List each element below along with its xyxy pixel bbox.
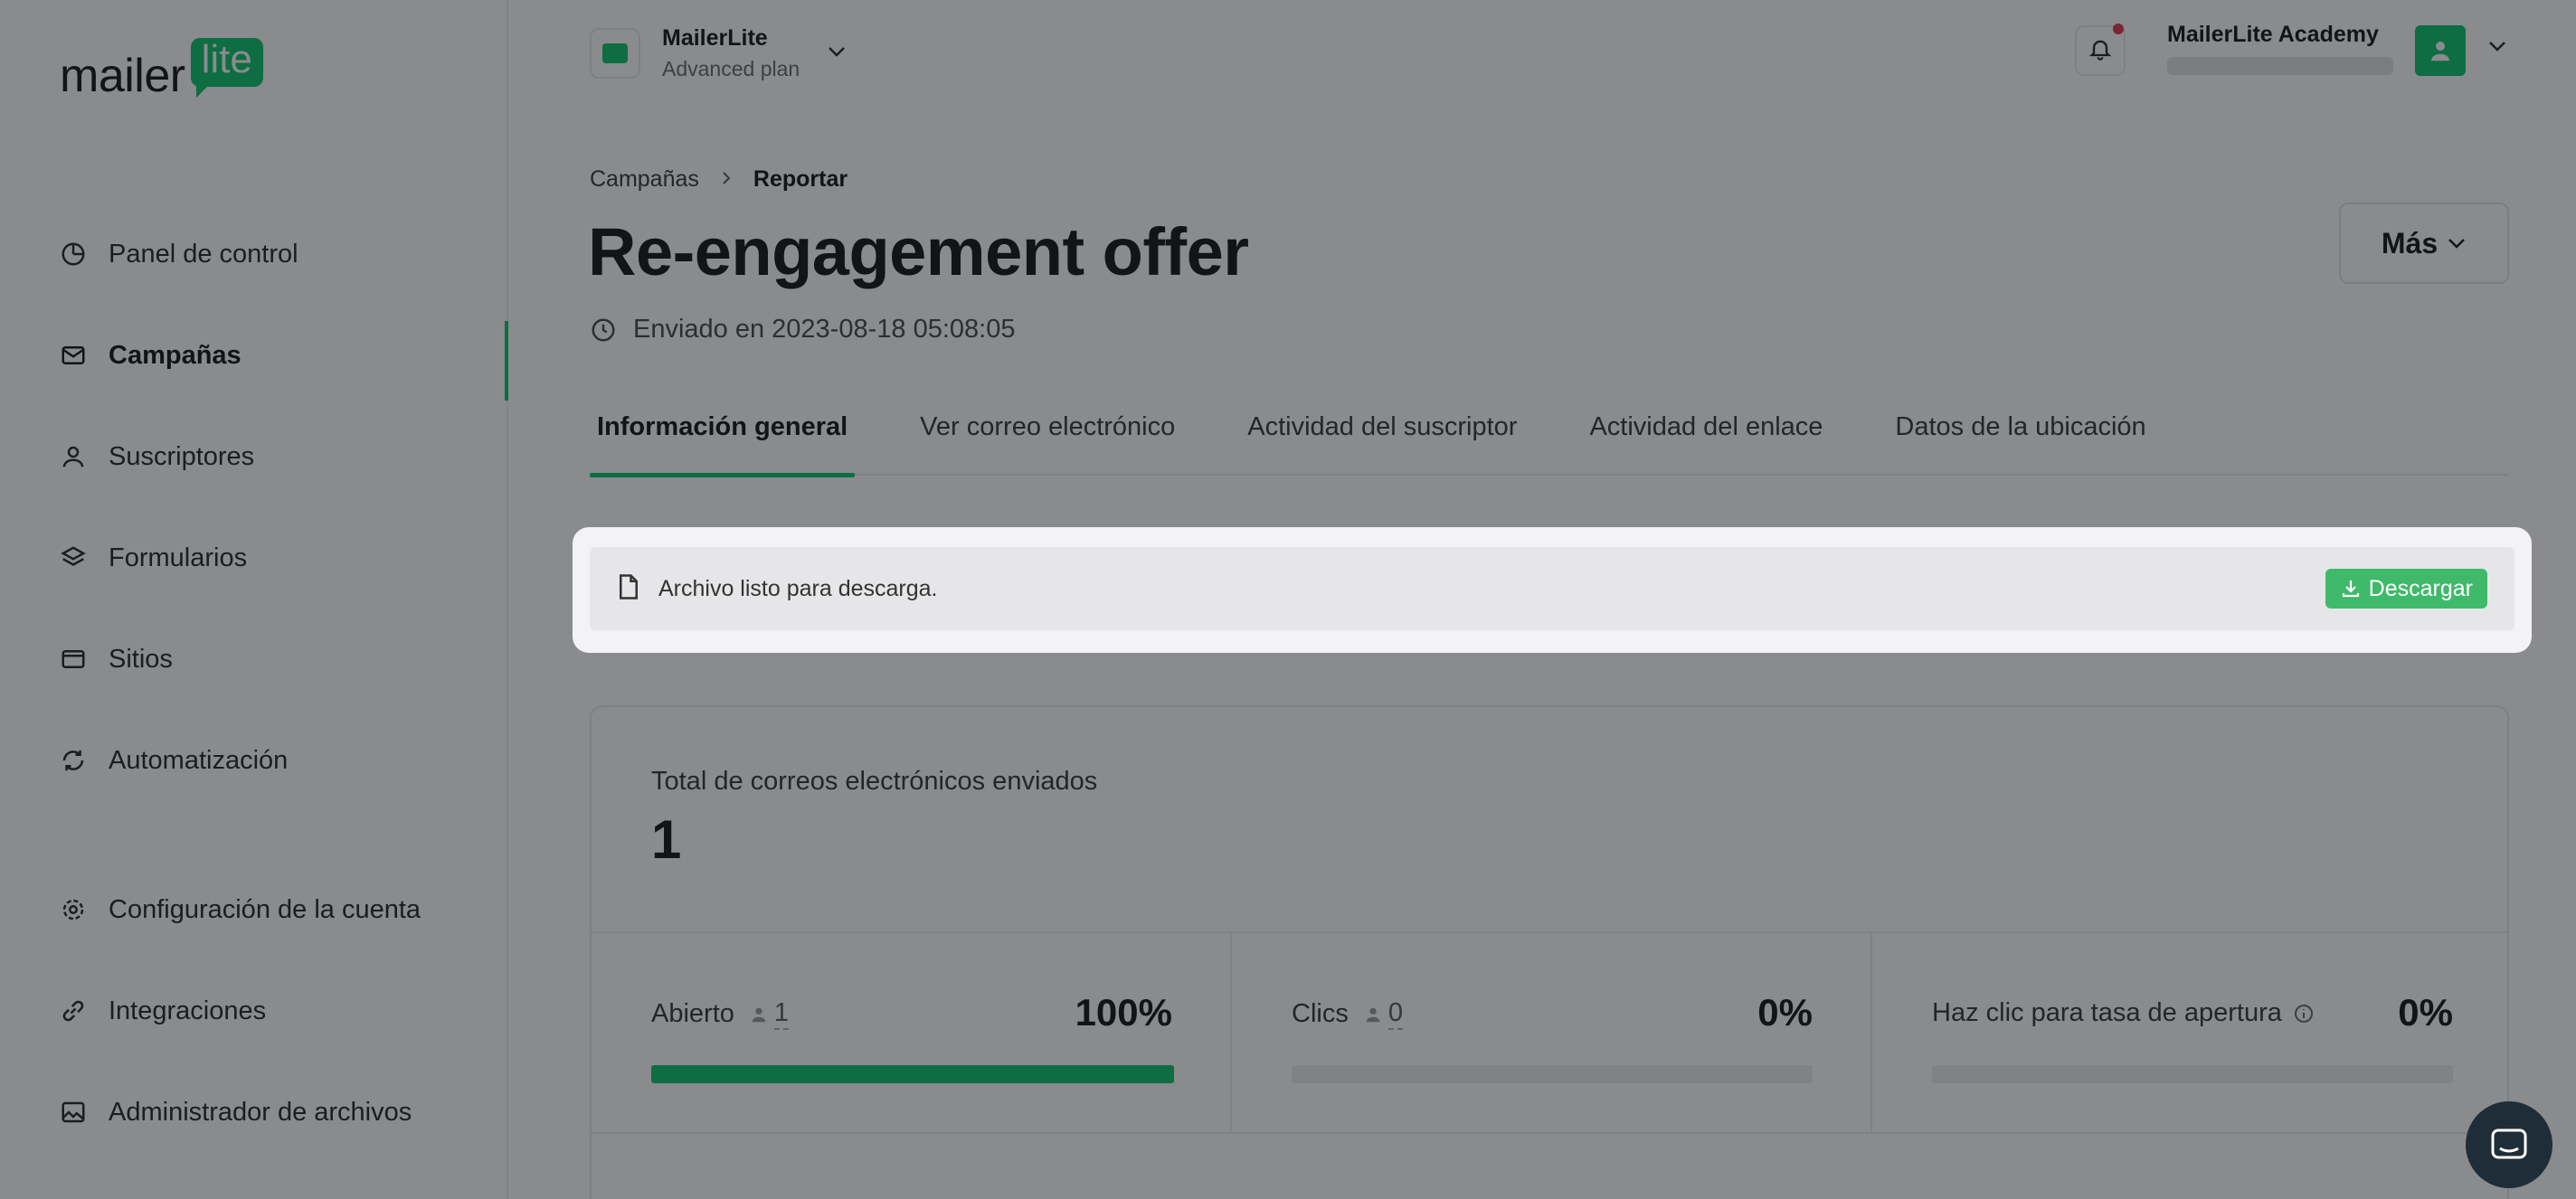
sidebar-item-label: Panel de control xyxy=(109,239,298,269)
account-switcher[interactable]: MailerLite Advanced plan xyxy=(590,25,847,81)
download-button[interactable]: Descargar xyxy=(2325,569,2487,609)
account-plan: Advanced plan xyxy=(662,57,800,80)
sidebar-item-label: Automatización xyxy=(109,745,289,775)
person-icon xyxy=(1366,1007,1380,1022)
tab-view-email[interactable]: Ver correo electrónico xyxy=(913,398,1182,476)
total-sent-label: Total de correos electrónicos enviados xyxy=(651,767,1098,796)
progress-fill xyxy=(651,1065,1174,1083)
chevron-down-icon xyxy=(827,45,847,62)
tab-overview[interactable]: Información general xyxy=(590,398,856,477)
progress-bar xyxy=(651,1065,1174,1083)
user-name: MailerLite Academy xyxy=(2167,22,2379,47)
sidebar-item-label: Campañas xyxy=(109,340,242,370)
breadcrumb-report: Reportar xyxy=(753,166,848,192)
sidebar-item-label: Formularios xyxy=(109,543,248,572)
stat-label: Haz clic para tasa de apertura xyxy=(1932,998,2282,1027)
sidebar-nav: Panel de control Campañas Suscriptores F… xyxy=(0,203,508,811)
page-title: Re-engagement offer xyxy=(588,214,1249,289)
person-icon xyxy=(752,1007,766,1022)
tab-subscriber-activity[interactable]: Actividad del suscriptor xyxy=(1240,398,1524,476)
sidebar-item-label: Configuración de la cuenta xyxy=(109,894,421,924)
sidebar-item-file-manager[interactable]: Administrador de archivos xyxy=(0,1062,507,1163)
account-name: MailerLite xyxy=(662,25,768,51)
stat-percent: 100% xyxy=(1075,991,1172,1034)
mailerlite-logo[interactable]: mailer lite xyxy=(60,37,263,103)
mail-icon xyxy=(60,342,87,369)
user-avatar[interactable] xyxy=(2415,25,2466,76)
progress-bar xyxy=(1932,1065,2453,1083)
browser-icon xyxy=(60,646,87,673)
download-banner-text: Archivo listo para descarga. xyxy=(658,575,938,601)
download-banner-highlight: Archivo listo para descarga. Descargar xyxy=(573,527,2532,653)
sidebar-item-label: Administrador de archivos xyxy=(109,1097,412,1127)
stat-label: Clics xyxy=(1292,999,1349,1028)
sidebar-item-label: Suscriptores xyxy=(109,441,255,471)
sidebar-item-forms[interactable]: Formularios xyxy=(0,507,507,609)
sidebar: mailer lite Panel de control Campañas Su… xyxy=(0,0,508,1199)
chevron-down-icon xyxy=(2447,237,2467,250)
stats-card: Total de correos electrónicos enviados 1… xyxy=(590,705,2509,1199)
stat-click-to-open: Haz clic para tasa de apertura 0% xyxy=(1872,933,2511,1132)
sidebar-item-label: Integraciones xyxy=(109,996,267,1025)
bell-icon xyxy=(2088,36,2113,66)
clock-icon xyxy=(60,241,87,268)
sidebar-item-automation[interactable]: Automatización xyxy=(0,710,507,811)
gear-icon xyxy=(60,896,87,923)
file-icon xyxy=(617,573,640,605)
user-icon xyxy=(2431,42,2449,61)
divider xyxy=(592,1132,2507,1134)
clicks-count[interactable]: 0 xyxy=(1363,998,1403,1030)
link-icon xyxy=(60,997,87,1024)
stat-percent: 0% xyxy=(1757,991,1813,1034)
sidebar-item-subscribers[interactable]: Suscriptores xyxy=(0,406,507,507)
sent-text: Enviado en 2023-08-18 05:08:05 xyxy=(633,315,1016,344)
more-button[interactable]: Más xyxy=(2339,203,2509,284)
download-button-label: Descargar xyxy=(2368,575,2473,601)
count-value: 0 xyxy=(1387,998,1403,1030)
opened-count[interactable]: 1 xyxy=(749,998,790,1030)
logo-word: mailer xyxy=(60,50,185,103)
refresh-icon xyxy=(60,747,87,774)
notification-dot xyxy=(2113,24,2124,34)
sidebar-item-label: Sitios xyxy=(109,644,173,674)
sidebar-item-dashboard[interactable]: Panel de control xyxy=(0,203,507,305)
user-icon xyxy=(60,443,87,470)
progress-bar xyxy=(1292,1065,1813,1083)
user-menu[interactable]: MailerLite Academy xyxy=(2167,22,2393,75)
image-icon xyxy=(60,1099,87,1126)
breadcrumb: Campañas Reportar xyxy=(590,166,848,193)
chat-bubble-icon xyxy=(602,43,628,63)
chat-icon xyxy=(2491,1128,2527,1159)
sidebar-item-integrations[interactable]: Integraciones xyxy=(0,960,507,1062)
more-button-label: Más xyxy=(2381,226,2439,260)
sidebar-item-sites[interactable]: Sitios xyxy=(0,609,507,710)
clock-icon xyxy=(590,316,617,344)
tab-link-activity[interactable]: Actividad del enlace xyxy=(1582,398,1830,476)
download-banner: Archivo listo para descarga. Descargar xyxy=(590,547,2514,630)
report-tabs: Información general Ver correo electróni… xyxy=(590,398,2509,477)
breadcrumb-campaigns[interactable]: Campañas xyxy=(590,166,699,193)
logo-badge: lite xyxy=(190,37,263,99)
sidebar-bottom-nav: Configuración de la cuenta Integraciones… xyxy=(0,859,507,1163)
count-value: 1 xyxy=(773,998,790,1030)
layers-icon xyxy=(60,544,87,571)
sidebar-item-account-settings[interactable]: Configuración de la cuenta xyxy=(0,859,507,960)
download-icon xyxy=(2340,578,2362,600)
total-sent-value: 1 xyxy=(651,809,682,870)
info-icon[interactable] xyxy=(2293,1003,2315,1024)
stat-percent: 0% xyxy=(2398,991,2453,1034)
stat-clicks: Clics 0 0% xyxy=(1232,933,1870,1132)
tab-location-data[interactable]: Datos de la ubicación xyxy=(1888,398,2153,476)
chevron-right-icon xyxy=(721,166,732,193)
sidebar-item-campaigns[interactable]: Campañas xyxy=(0,305,508,406)
notifications-button[interactable] xyxy=(2075,24,2126,76)
chat-launcher-button[interactable] xyxy=(2466,1101,2552,1188)
stat-opened: Abierto 1 100% xyxy=(592,933,1230,1132)
sent-timestamp: Enviado en 2023-08-18 05:08:05 xyxy=(590,315,1015,345)
account-avatar xyxy=(590,28,640,79)
stat-label: Abierto xyxy=(651,999,734,1028)
user-email-placeholder xyxy=(2167,57,2393,75)
chevron-down-icon[interactable] xyxy=(2487,40,2507,57)
